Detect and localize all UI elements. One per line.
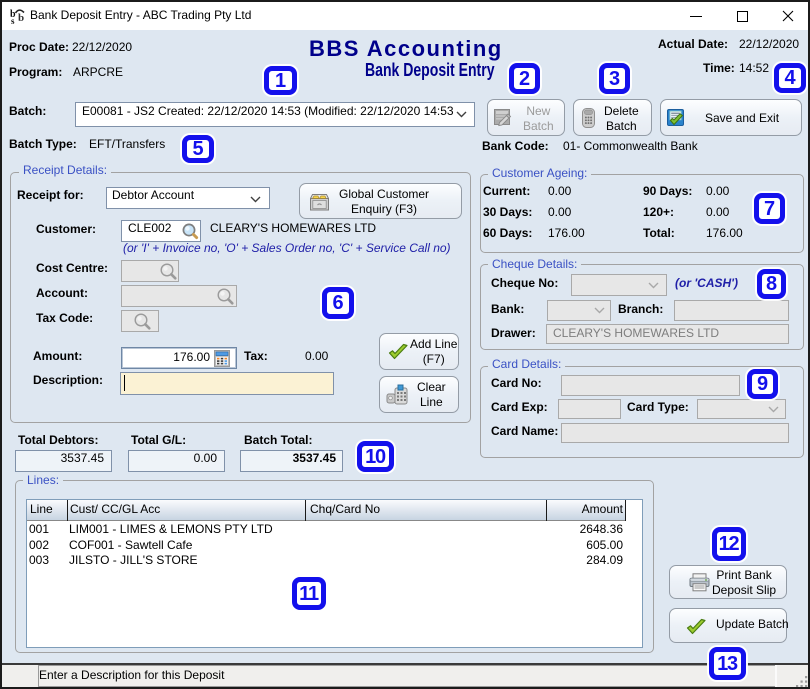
svg-text:b: b xyxy=(18,12,24,24)
svg-text:s: s xyxy=(11,16,15,25)
